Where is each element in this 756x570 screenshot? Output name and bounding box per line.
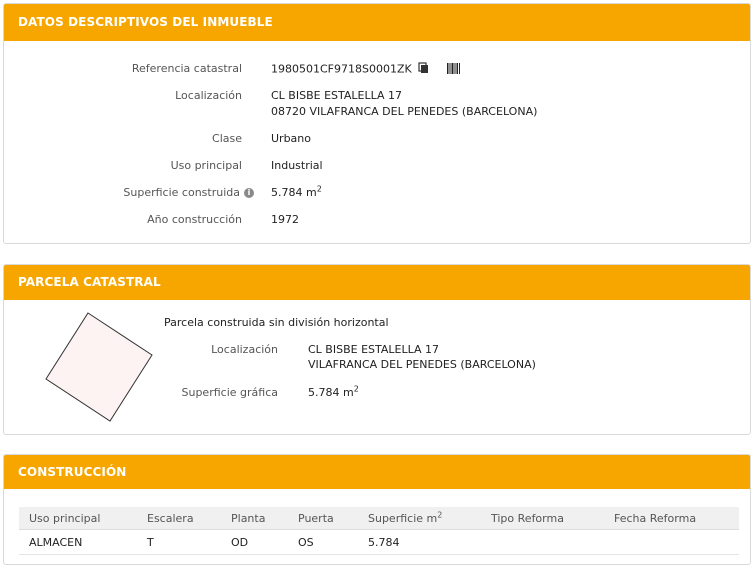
table-header-row: Uso principal Escalera Planta Puerta Sup… [19, 507, 739, 530]
sup-value-text: 5.784 m [271, 186, 317, 199]
parcela-sup-unit-exp: 2 [353, 384, 359, 394]
construccion-panel: CONSTRUCCIÓN Uso principal Escalera Plan… [3, 454, 751, 565]
info-icon[interactable]: i [244, 188, 254, 198]
cell-fecha-reforma [604, 529, 739, 555]
parcela-sup-value-text: 5.784 m [308, 386, 354, 399]
copy-icon[interactable] [418, 62, 429, 77]
clase-value: Urbano [271, 132, 311, 145]
ref-value: 1980501CF9718S0001ZK [271, 62, 460, 77]
col-puerta-label: Puerta [298, 511, 334, 525]
cell-puerta: OS [288, 529, 358, 555]
uso-value: Industrial [271, 159, 323, 172]
loc-line1: CL BISBE ESTALELLA 17 [271, 89, 403, 102]
sup-unit-exp: 2 [316, 184, 322, 194]
col-puerta: Puerta [288, 507, 358, 530]
datos-panel: DATOS DESCRIPTIVOS DEL INMUEBLE Referenc… [3, 3, 751, 244]
parcela-loc-line1: CL BISBE ESTALELLA 17 [308, 343, 440, 356]
loc-line2: 08720 VILAFRANCA DEL PENEDES (BARCELONA) [271, 105, 538, 118]
table-row: ALMACEN T OD OS 5.784 [19, 529, 739, 555]
cell-planta: OD [221, 529, 288, 555]
col-escalera: Escalera [137, 507, 221, 530]
parcela-panel: PARCELA CATASTRAL Parcela construida sin… [3, 264, 751, 435]
sup-label: Superficie construida [123, 186, 240, 199]
parcela-desc: Parcela construida sin división horizont… [164, 316, 389, 329]
ref-value-text[interactable]: 1980501CF9718S0001ZK [271, 63, 412, 76]
parcela-loc-line2: VILAFRANCA DEL PENEDES (BARCELONA) [308, 358, 536, 371]
anio-value: 1972 [271, 213, 299, 226]
parcela-loc-label: Localización [211, 343, 278, 356]
datos-panel-title: DATOS DESCRIPTIVOS DEL INMUEBLE [4, 4, 750, 41]
construccion-panel-title: CONSTRUCCIÓN [4, 455, 750, 489]
ref-label: Referencia catastral [131, 62, 242, 75]
parcela-sup-value: 5.784 m2 [308, 384, 359, 399]
cell-tipo-reforma [481, 529, 604, 555]
parcel-shape[interactable] [42, 309, 162, 429]
cell-uso: ALMACEN [19, 529, 137, 555]
col-fecha-reforma: Fecha Reforma [604, 507, 739, 530]
barcode-icon[interactable] [446, 62, 460, 77]
parcela-sup-label: Superficie gráfica [181, 386, 279, 399]
parcela-panel-title: PARCELA CATASTRAL [4, 265, 750, 300]
sup-label-wrap: Superficie construida i [123, 186, 254, 199]
construccion-table: Uso principal Escalera Planta Puerta Sup… [19, 507, 739, 555]
col-superficie-exp: 2 [437, 509, 443, 519]
col-uso: Uso principal [19, 507, 137, 530]
uso-label: Uso principal [170, 159, 242, 172]
cell-escalera: T [137, 529, 221, 555]
cell-superficie: 5.784 [358, 529, 481, 555]
col-superficie: Superficie m2 [358, 507, 481, 530]
anio-label: Año construcción [147, 213, 242, 226]
clase-label: Clase [212, 132, 242, 145]
sup-value: 5.784 m2 [271, 184, 322, 199]
loc-label: Localización [175, 89, 242, 102]
col-superficie-label: Superficie m [368, 511, 438, 525]
col-tipo-reforma: Tipo Reforma [481, 507, 604, 530]
col-planta: Planta [221, 507, 288, 530]
